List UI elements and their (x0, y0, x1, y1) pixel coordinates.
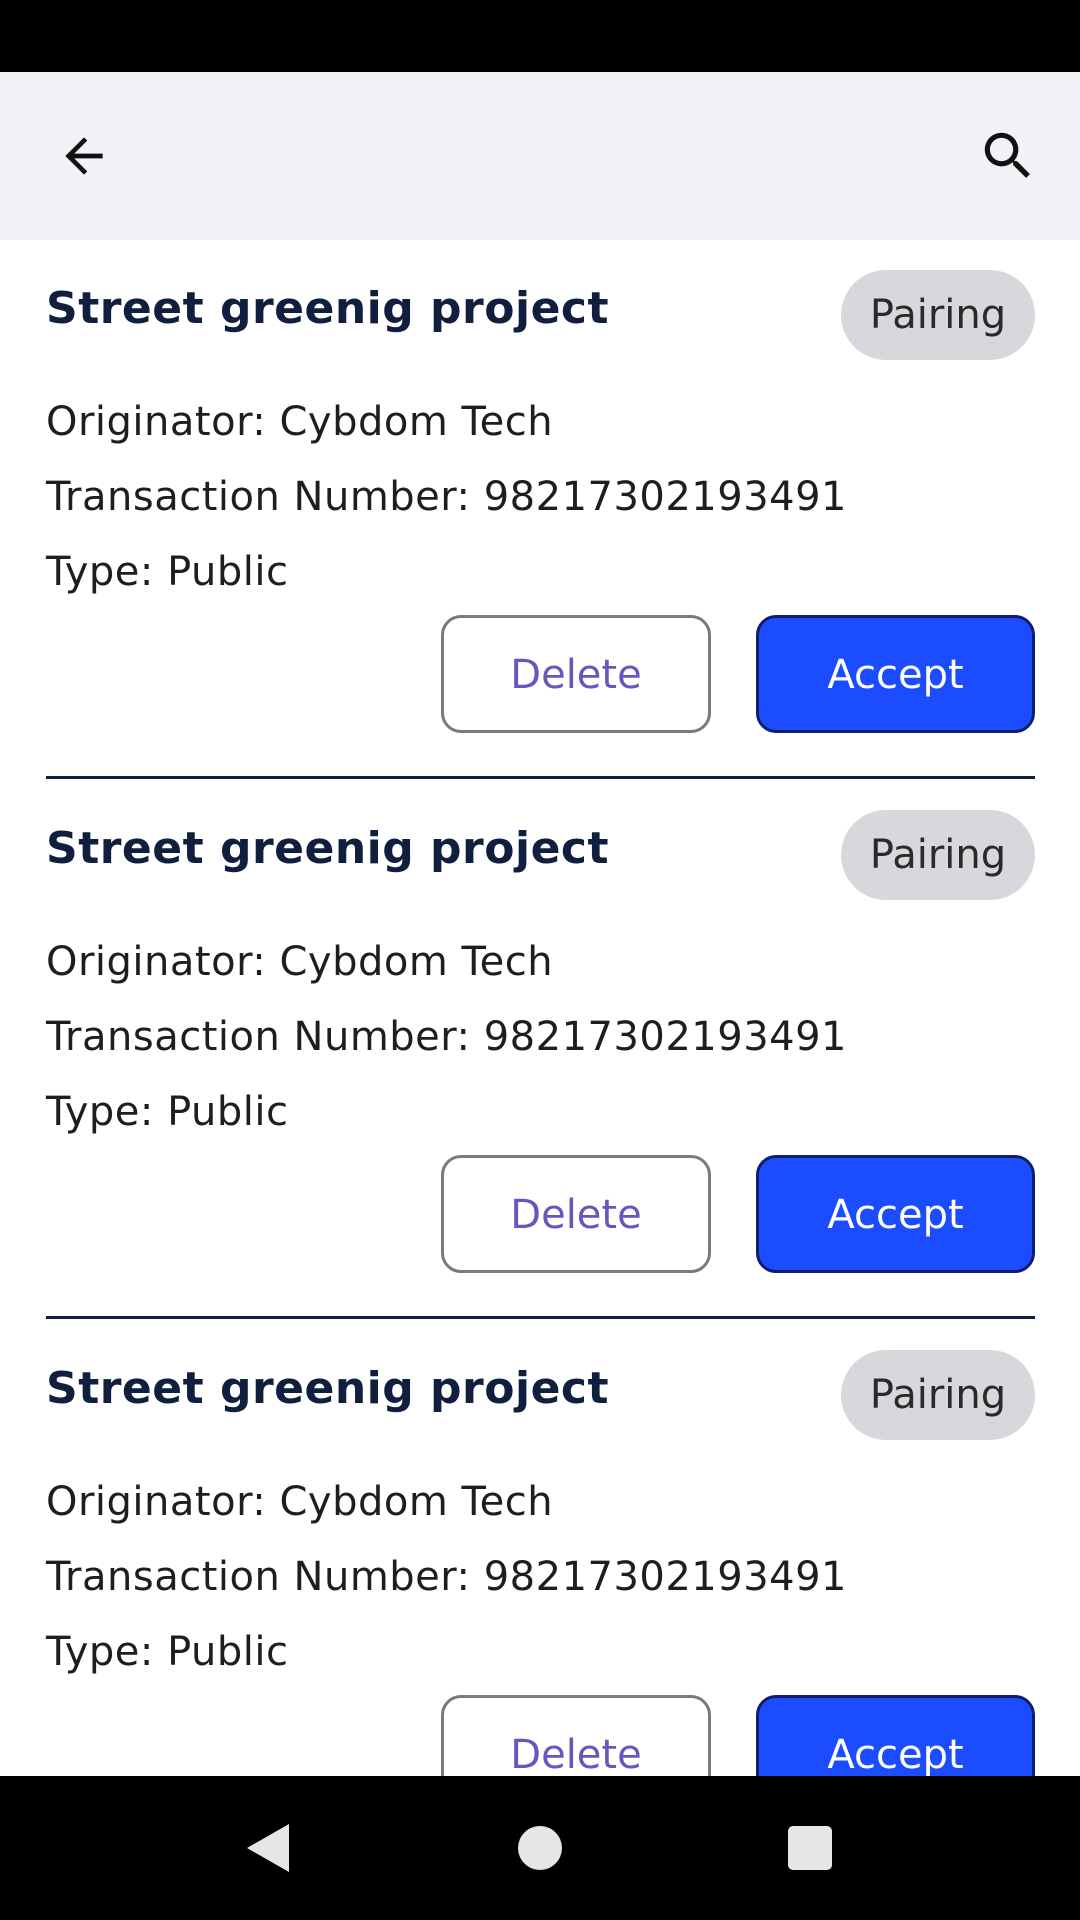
nav-recents-button[interactable] (762, 1800, 858, 1896)
status-badge: Pairing (841, 1350, 1035, 1440)
transaction-list[interactable]: Street greenig project Pairing Originato… (0, 240, 1080, 1776)
transaction-number-text: Transaction Number: 98217302193491 (46, 474, 848, 520)
type-text: Type: Public (46, 549, 289, 595)
delete-button[interactable]: Delete (441, 615, 711, 733)
status-bar (0, 0, 1080, 72)
type-text: Type: Public (46, 1629, 289, 1675)
arrow-back-icon (65, 137, 103, 175)
card-title: Street greenig project (46, 283, 610, 334)
originator-text: Originator: Cybdom Tech (46, 1479, 554, 1525)
transaction-number-text: Transaction Number: 98217302193491 (46, 1014, 848, 1060)
originator-text: Originator: Cybdom Tech (46, 399, 554, 445)
nav-home-button[interactable] (492, 1800, 588, 1896)
back-button[interactable] (48, 120, 120, 192)
nav-recents-square-icon (788, 1826, 832, 1870)
accept-button[interactable]: Accept (756, 1695, 1035, 1776)
app-bar (0, 72, 1080, 240)
search-button[interactable] (972, 120, 1044, 192)
originator-text: Originator: Cybdom Tech (46, 939, 554, 985)
transaction-number-text: Transaction Number: 98217302193491 (46, 1554, 848, 1600)
card-divider (46, 1316, 1035, 1319)
nav-home-circle-icon (518, 1826, 562, 1870)
type-text: Type: Public (46, 1089, 289, 1135)
nav-back-button[interactable] (219, 1800, 315, 1896)
transaction-card: Street greenig project Pairing Originato… (46, 240, 1035, 780)
card-title: Street greenig project (46, 1363, 610, 1414)
transaction-card: Street greenig project Pairing Originato… (46, 1320, 1035, 1776)
delete-button[interactable]: Delete (441, 1695, 711, 1776)
navigation-bar (0, 1776, 1080, 1920)
nav-back-triangle-icon (247, 1824, 289, 1872)
card-title: Street greenig project (46, 823, 610, 874)
card-divider (46, 776, 1035, 779)
accept-button[interactable]: Accept (756, 615, 1035, 733)
status-badge: Pairing (841, 810, 1035, 900)
delete-button[interactable]: Delete (441, 1155, 711, 1273)
search-icon (984, 132, 1030, 178)
transaction-card: Street greenig project Pairing Originato… (46, 780, 1035, 1320)
status-badge: Pairing (841, 270, 1035, 360)
accept-button[interactable]: Accept (756, 1155, 1035, 1273)
